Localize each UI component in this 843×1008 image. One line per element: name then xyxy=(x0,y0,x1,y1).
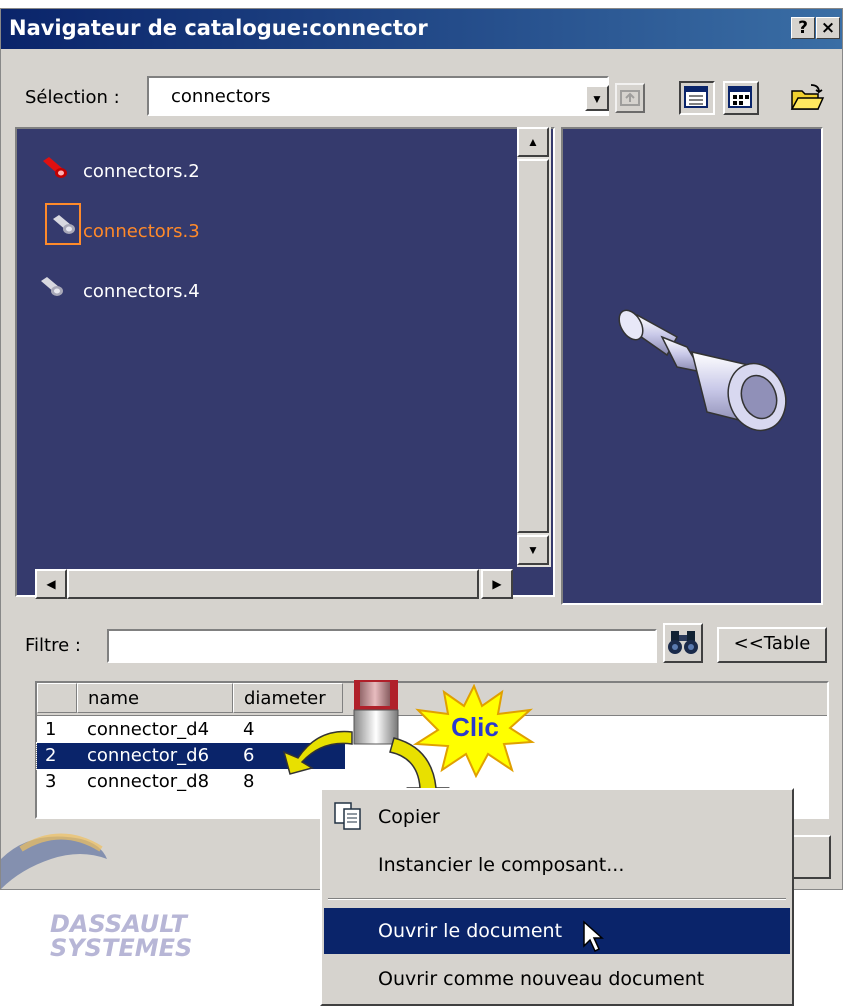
selection-label: Sélection : xyxy=(25,87,120,108)
gray-connector-icon xyxy=(41,277,63,296)
gray-connector-icon xyxy=(53,215,75,234)
selection-combo[interactable]: connectors xyxy=(147,76,609,116)
scroll-left-icon[interactable]: ◀ xyxy=(35,569,67,599)
window-title: Navigateur de catalogue:connector xyxy=(9,16,428,40)
close-button[interactable]: × xyxy=(816,17,840,39)
menu-item-label: Copier xyxy=(378,806,440,828)
grid-view-icon[interactable] xyxy=(723,81,759,115)
globe-logo-icon xyxy=(1,833,107,889)
menu-separator xyxy=(328,898,786,900)
scroll-thumb[interactable] xyxy=(517,159,549,533)
up-folder-icon[interactable] xyxy=(615,83,645,113)
column-header-name[interactable]: name xyxy=(77,683,233,713)
row-header-cell xyxy=(37,683,77,713)
catalog-list-panel xyxy=(15,127,555,597)
menu-item-label: Ouvrir comme nouveau document xyxy=(378,968,705,990)
menu-item-instantiate[interactable]: Instancier le composant... xyxy=(324,842,790,888)
connector-3d-preview xyxy=(618,309,787,432)
selection-value: connectors xyxy=(171,86,271,107)
horizontal-scrollbar[interactable]: ◀ ▶ xyxy=(35,569,513,599)
menu-item-label: Instancier le composant... xyxy=(378,854,625,876)
dassault-logo: DASSAULT SYSTEMES xyxy=(50,912,192,960)
list-item-label: connectors.2 xyxy=(83,161,200,182)
menu-item-open-as-new[interactable]: Ouvrir comme nouveau document xyxy=(324,956,790,1002)
menu-item-label: Ouvrir le document xyxy=(378,920,563,942)
list-item-label: connectors.4 xyxy=(83,281,200,302)
logo-line-1: DASSAULT xyxy=(50,910,187,938)
copy-icon xyxy=(334,802,361,830)
filter-label: Filtre : xyxy=(25,635,81,656)
preview-panel xyxy=(561,127,823,605)
red-connector-icon xyxy=(43,157,67,178)
binoculars-icon[interactable] xyxy=(663,623,703,663)
table-toggle-button[interactable]: <<Table xyxy=(717,627,827,663)
list-view-icon[interactable] xyxy=(679,81,715,115)
menu-item-copy[interactable]: Copier xyxy=(324,794,790,840)
context-menu: Copier Instancier le composant... Ouvrir… xyxy=(320,788,794,1006)
scroll-up-icon[interactable]: ▲ xyxy=(517,127,549,157)
scroll-right-icon[interactable]: ▶ xyxy=(481,569,513,599)
menu-item-open-document[interactable]: Ouvrir le document xyxy=(324,908,790,954)
open-folder-icon[interactable] xyxy=(789,81,825,115)
help-button[interactable]: ? xyxy=(791,17,815,39)
scroll-thumb[interactable] xyxy=(67,569,479,599)
mouse-cursor-icon xyxy=(583,920,604,953)
column-header-diameter[interactable]: diameter xyxy=(233,683,343,713)
scroll-down-icon[interactable]: ▼ xyxy=(517,535,549,565)
logo-line-2: SYSTEMES xyxy=(50,934,193,962)
title-bar: Navigateur de catalogue:connector ? × xyxy=(1,9,842,49)
dropdown-arrow-icon[interactable]: ▼ xyxy=(585,85,609,111)
list-item-label: connectors.3 xyxy=(83,221,200,242)
callout-text: Clic xyxy=(451,712,499,742)
filter-input[interactable] xyxy=(107,629,657,663)
vertical-scrollbar[interactable]: ▲ ▼ xyxy=(517,127,551,567)
